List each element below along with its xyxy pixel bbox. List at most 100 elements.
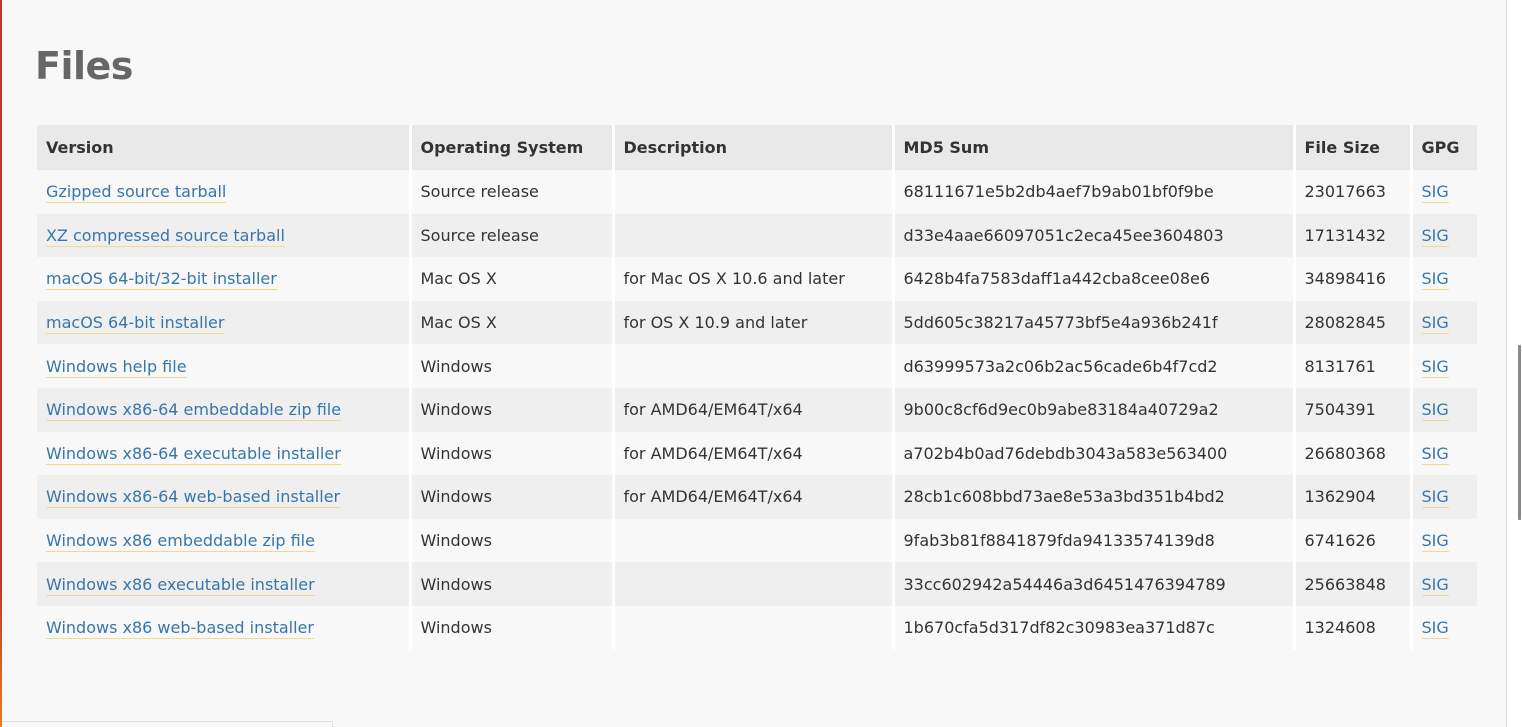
gpg-cell: SIG [1411, 301, 1477, 345]
md5-cell: a702b4b0ad76debdb3043a583e563400 [893, 431, 1296, 476]
table-row: Windows x86 executable installer Windows… [37, 562, 1477, 606]
version-cell: Windows help file [37, 344, 412, 388]
main-content: Files Version Operating System Descripti… [2, 0, 1506, 727]
download-link[interactable]: macOS 64-bit installer [46, 313, 225, 335]
sig-link[interactable]: SIG [1421, 225, 1449, 247]
gpg-cell: SIG [1411, 257, 1477, 301]
version-cell: Windows x86 web-based installer [37, 605, 412, 650]
version-cell: Windows x86 executable installer [37, 562, 412, 606]
os-cell: Mac OS X [410, 257, 615, 301]
version-cell: Windows x86-64 executable installer [37, 431, 412, 476]
download-link[interactable]: Windows x86-64 embeddable zip file [46, 400, 342, 422]
table-row: Windows help file Windows d63999573a2c06… [37, 344, 1477, 388]
sig-link[interactable]: SIG [1421, 487, 1449, 509]
description-cell: for Mac OS X 10.6 and later [613, 257, 895, 301]
description-cell [613, 605, 895, 650]
description-cell: for OS X 10.9 and later [613, 300, 895, 345]
md5-cell: 6428b4fa7583daff1a442cba8cee08e6 [893, 257, 1296, 301]
file-size-cell: 34898416 [1294, 257, 1413, 301]
md5-cell: 9b00c8cf6d9ec0b9abe83184a40729a2 [893, 387, 1296, 432]
table-row: macOS 64-bit/32-bit installer Mac OS X f… [37, 257, 1477, 301]
gpg-cell: SIG [1411, 519, 1477, 563]
table-row: Windows x86 embeddable zip file Windows … [37, 518, 1477, 563]
sig-link[interactable]: SIG [1421, 618, 1449, 640]
sig-link[interactable]: SIG [1421, 356, 1449, 378]
version-cell: Gzipped source tarball [37, 170, 412, 214]
version-cell: Windows x86-64 embeddable zip file [37, 387, 412, 432]
md5-cell: d33e4aae66097051c2eca45ee3604803 [893, 213, 1296, 258]
bottom-panel-edge [2, 721, 333, 727]
os-cell: Mac OS X [410, 300, 615, 345]
description-cell [613, 213, 895, 258]
download-link[interactable]: Windows x86 executable installer [46, 574, 315, 596]
description-cell: for AMD64/EM64T/x64 [613, 387, 895, 432]
file-size-cell: 17131432 [1294, 213, 1413, 258]
gpg-cell: SIG [1411, 562, 1477, 606]
os-cell: Windows [410, 475, 615, 519]
description-cell [613, 170, 895, 214]
table-row: Windows x86-64 executable installer Wind… [37, 431, 1477, 476]
gpg-cell: SIG [1411, 344, 1477, 388]
download-link[interactable]: Windows x86 web-based installer [46, 618, 314, 640]
sig-link[interactable]: SIG [1421, 574, 1449, 596]
table-row: Gzipped source tarball Source release 68… [37, 170, 1477, 214]
os-cell: Windows [410, 562, 615, 606]
table-row: Windows x86-64 web-based installer Windo… [37, 475, 1477, 519]
file-size-cell: 23017663 [1294, 170, 1413, 214]
version-cell: XZ compressed source tarball [37, 213, 412, 258]
os-cell: Windows [410, 344, 615, 388]
sig-link[interactable]: SIG [1421, 443, 1449, 465]
md5-cell: 9fab3b81f8841879fda94133574139d8 [893, 518, 1296, 563]
column-header-md5: MD5 Sum [893, 125, 1296, 170]
gpg-cell: SIG [1411, 606, 1477, 650]
sig-link[interactable]: SIG [1421, 400, 1449, 422]
sig-link[interactable]: SIG [1421, 313, 1449, 335]
download-link[interactable]: Gzipped source tarball [46, 182, 227, 204]
gpg-cell: SIG [1411, 432, 1477, 476]
description-cell [613, 562, 895, 606]
file-size-cell: 6741626 [1294, 518, 1413, 563]
md5-cell: 1b670cfa5d317df82c30983ea371d87c [893, 605, 1296, 650]
download-link[interactable]: Windows x86-64 web-based installer [46, 487, 341, 509]
os-cell: Windows [410, 518, 615, 563]
download-link[interactable]: Windows x86-64 executable installer [46, 443, 341, 465]
description-cell: for AMD64/EM64T/x64 [613, 431, 895, 476]
version-cell: macOS 64-bit/32-bit installer [37, 257, 412, 301]
download-link[interactable]: macOS 64-bit/32-bit installer [46, 269, 277, 291]
file-size-cell: 8131761 [1294, 344, 1413, 388]
md5-cell: d63999573a2c06b2ac56cade6b4f7cd2 [893, 344, 1296, 388]
md5-cell: 28cb1c608bbd73ae8e53a3bd351b4bd2 [893, 475, 1296, 519]
file-size-cell: 1362904 [1294, 475, 1413, 519]
scrollbar-thumb[interactable] [1518, 345, 1521, 520]
download-link[interactable]: Windows x86 embeddable zip file [46, 531, 315, 553]
md5-cell: 33cc602942a54446a3d6451476394789 [893, 562, 1296, 606]
file-size-cell: 25663848 [1294, 562, 1413, 606]
download-link[interactable]: XZ compressed source tarball [46, 225, 285, 247]
table-row: macOS 64-bit installer Mac OS X for OS X… [37, 300, 1477, 345]
version-cell: macOS 64-bit installer [37, 300, 412, 345]
table-header-row: Version Operating System Description MD5… [37, 125, 1477, 170]
os-cell: Source release [410, 170, 615, 214]
files-table: Version Operating System Description MD5… [37, 125, 1477, 650]
table-row: Windows x86-64 embeddable zip file Windo… [37, 387, 1477, 432]
gpg-cell: SIG [1411, 388, 1477, 432]
file-size-cell: 26680368 [1294, 431, 1413, 476]
os-cell: Windows [410, 387, 615, 432]
page-title: Files [35, 44, 133, 88]
download-link[interactable]: Windows help file [46, 356, 187, 378]
file-size-cell: 7504391 [1294, 387, 1413, 432]
gpg-cell: SIG [1411, 475, 1477, 519]
description-cell [613, 518, 895, 563]
description-cell: for AMD64/EM64T/x64 [613, 475, 895, 519]
table-row: Windows x86 web-based installer Windows … [37, 605, 1477, 650]
version-cell: Windows x86-64 web-based installer [37, 475, 412, 519]
sig-link[interactable]: SIG [1421, 182, 1449, 204]
os-cell: Windows [410, 605, 615, 650]
column-header-os: Operating System [410, 125, 615, 170]
column-header-file-size: File Size [1294, 125, 1413, 170]
gpg-cell: SIG [1411, 214, 1477, 258]
sig-link[interactable]: SIG [1421, 269, 1449, 291]
column-header-gpg: GPG [1421, 138, 1460, 157]
column-header-version: Version [37, 125, 412, 170]
sig-link[interactable]: SIG [1421, 531, 1449, 553]
